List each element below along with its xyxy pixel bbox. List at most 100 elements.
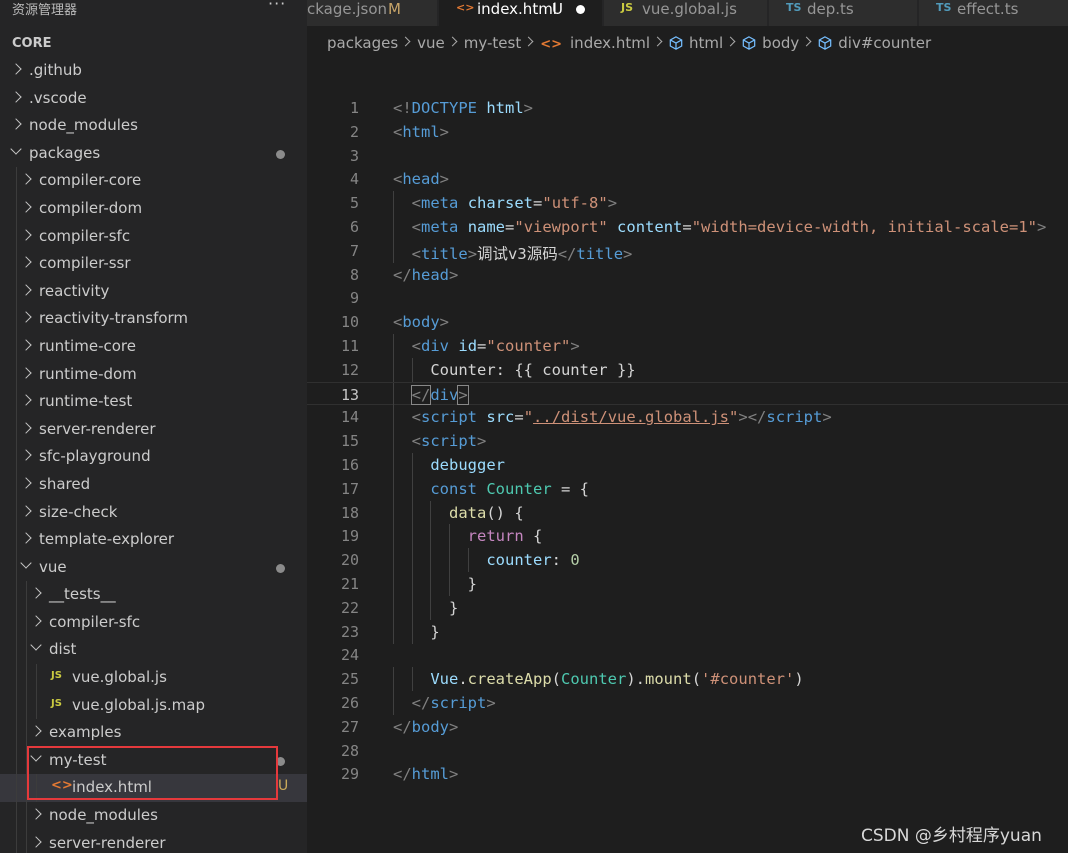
code-line[interactable]: 14 <script src="../dist/vue.global.js"><…	[307, 405, 1068, 430]
code-line[interactable]: 20 counter: 0	[307, 548, 1068, 573]
code-line[interactable]: 9	[307, 286, 1068, 310]
tree-item-my-test[interactable]: my-test	[0, 746, 307, 775]
chevron-right-icon[interactable]	[20, 311, 32, 324]
tree-item-dist[interactable]: dist	[0, 636, 307, 665]
chevron-right-icon[interactable]	[20, 394, 32, 406]
chevron-right-icon[interactable]	[30, 725, 42, 737]
code-line[interactable]: 23 }	[307, 619, 1068, 644]
breadcrumb-item[interactable]: body	[742, 34, 799, 52]
tree-item-compiler-ssr[interactable]: compiler-ssr	[0, 250, 307, 278]
code-line[interactable]: 8 </head>	[307, 263, 1068, 287]
chevron-right-icon[interactable]	[20, 477, 32, 489]
tree-item-packages[interactable]: packages	[0, 140, 307, 168]
chevron-right-icon[interactable]	[20, 339, 32, 351]
code-line[interactable]: 12 Counter: {{ counter }}	[307, 357, 1068, 382]
tree-item-compiler-sfc[interactable]: compiler-sfc	[0, 608, 307, 637]
tree-item-compiler-core[interactable]: compiler-core	[0, 167, 307, 195]
tab-index-html[interactable]: <> index.html U	[439, 0, 602, 26]
code-line[interactable]: 4 <head>	[307, 167, 1068, 191]
code-line[interactable]: 13 </div>	[307, 381, 1068, 407]
chevron-down-icon[interactable]	[30, 750, 42, 762]
code-line[interactable]: 22 }	[307, 595, 1068, 620]
workspace-section-header[interactable]: CORE	[12, 36, 51, 51]
breadcrumb-item[interactable]: vue	[417, 34, 445, 52]
tree-item-compiler-dom[interactable]: compiler-dom	[0, 194, 307, 223]
more-actions-icon[interactable]: ···	[268, 0, 286, 13]
code-line[interactable]: 19 return {	[307, 524, 1068, 549]
code-line[interactable]: 27 </body>	[307, 715, 1068, 739]
chevron-down-icon[interactable]	[10, 143, 22, 155]
code-line[interactable]: 16 debugger	[307, 453, 1068, 477]
code-line[interactable]: 11 <div id="counter">	[307, 334, 1068, 358]
breadcrumb-item[interactable]: <> index.html	[540, 34, 650, 52]
breadcrumb-item[interactable]: div#counter	[818, 34, 931, 52]
tree-item-vue-global-js[interactable]: JS vue.global.js	[0, 664, 307, 692]
tree-item-size-check[interactable]: size-check	[0, 498, 307, 527]
code-line[interactable]: 17 const Counter = {	[307, 476, 1068, 501]
code-line[interactable]: 5 <meta charset="utf-8">	[307, 191, 1068, 216]
tab-dep-ts[interactable]: TS dep.ts	[769, 0, 917, 26]
tree-item-vue[interactable]: vue	[0, 553, 307, 582]
breadcrumb-item[interactable]: packages	[327, 34, 398, 52]
chevron-down-icon[interactable]	[20, 557, 32, 569]
chevron-down-icon[interactable]	[30, 639, 42, 652]
code-line[interactable]: 26 </script>	[307, 691, 1068, 715]
chevron-right-icon[interactable]	[30, 808, 42, 820]
code-line[interactable]: 7 <title>调试v3源码</title>	[307, 238, 1068, 263]
chevron-right-icon[interactable]	[10, 63, 22, 75]
tree-item-vscode[interactable]: .vscode	[0, 85, 307, 113]
tree-item-github[interactable]: .github	[0, 57, 307, 85]
tab-ckage-json[interactable]: ckage.json M	[307, 0, 437, 26]
tree-item-runtime-core[interactable]: runtime-core	[0, 332, 307, 361]
tree-item-shared[interactable]: shared	[0, 470, 307, 499]
chevron-right-icon[interactable]	[20, 366, 32, 379]
tree-item-server-renderer[interactable]: server-renderer	[0, 829, 307, 853]
chevron-right-icon[interactable]	[20, 422, 32, 434]
code-line[interactable]: 25 Vue.createApp(Counter).mount('#counte…	[307, 667, 1068, 692]
tree-item-runtime-dom[interactable]: runtime-dom	[0, 360, 307, 389]
chevron-right-icon[interactable]	[20, 449, 32, 461]
tree-item-tests[interactable]: __tests__	[0, 581, 307, 609]
code-line[interactable]: 24	[307, 643, 1068, 667]
chevron-right-icon[interactable]	[20, 532, 32, 544]
tree-item-runtime-test[interactable]: runtime-test	[0, 388, 307, 416]
code-line[interactable]: 21 }	[307, 572, 1068, 596]
chevron-right-icon[interactable]	[30, 615, 42, 627]
tree-item-node-modules[interactable]: node_modules	[0, 802, 307, 830]
tree-item-sfc-playground[interactable]: sfc-playground	[0, 443, 307, 471]
tree-item-vue-global-js-map[interactable]: JS vue.global.js.map	[0, 691, 307, 720]
chevron-right-icon[interactable]	[10, 90, 22, 103]
tree-item-node-modules[interactable]: node_modules	[0, 112, 307, 140]
code-line[interactable]: 3	[307, 144, 1068, 168]
code-line[interactable]: 10 <body>	[307, 310, 1068, 334]
chevron-right-icon[interactable]	[20, 284, 32, 296]
code-line[interactable]: 18 data() {	[307, 500, 1068, 525]
tab-vue-global-js[interactable]: JS vue.global.js	[604, 0, 767, 26]
chevron-right-icon[interactable]	[20, 201, 32, 213]
breadcrumb-item[interactable]: my-test	[464, 34, 521, 52]
code-line[interactable]: 6 <meta name="viewport" content="width=d…	[307, 215, 1068, 239]
code-line[interactable]: 2 <html>	[307, 120, 1068, 144]
code-editor[interactable]: 1 <!DOCTYPE html> 2 <html> 3 4 <head> 5 <meta c…	[307, 60, 1068, 853]
chevron-right-icon[interactable]	[30, 587, 42, 599]
tree-item-reactivity[interactable]: reactivity	[0, 277, 307, 306]
tree-item-reactivity-transform[interactable]: reactivity-transform	[0, 305, 307, 333]
tab-effect-ts[interactable]: TS effect.ts	[919, 0, 1068, 26]
tree-item-compiler-sfc[interactable]: compiler-sfc	[0, 222, 307, 251]
chevron-right-icon[interactable]	[10, 118, 22, 130]
chevron-right-icon[interactable]	[20, 173, 32, 186]
chevron-right-icon[interactable]	[20, 256, 32, 268]
breadcrumb-item[interactable]: html	[669, 34, 723, 52]
chevron-right-icon[interactable]	[20, 228, 32, 241]
tree-item-server-renderer[interactable]: server-renderer	[0, 415, 307, 444]
chevron-right-icon[interactable]	[20, 504, 32, 517]
chevron-right-icon[interactable]	[30, 835, 42, 848]
tree-item-examples[interactable]: examples	[0, 719, 307, 747]
tree-item-index-html[interactable]: <> index.html U	[0, 774, 307, 803]
unsaved-dot-icon[interactable]	[576, 5, 585, 14]
code-line[interactable]: 29 </html>	[307, 762, 1068, 786]
code-line[interactable]: 1 <!DOCTYPE html>	[307, 96, 1068, 120]
tree-item-template-explorer[interactable]: template-explorer	[0, 526, 307, 554]
code-line[interactable]: 28	[307, 739, 1068, 763]
code-line[interactable]: 15 <script>	[307, 429, 1068, 454]
